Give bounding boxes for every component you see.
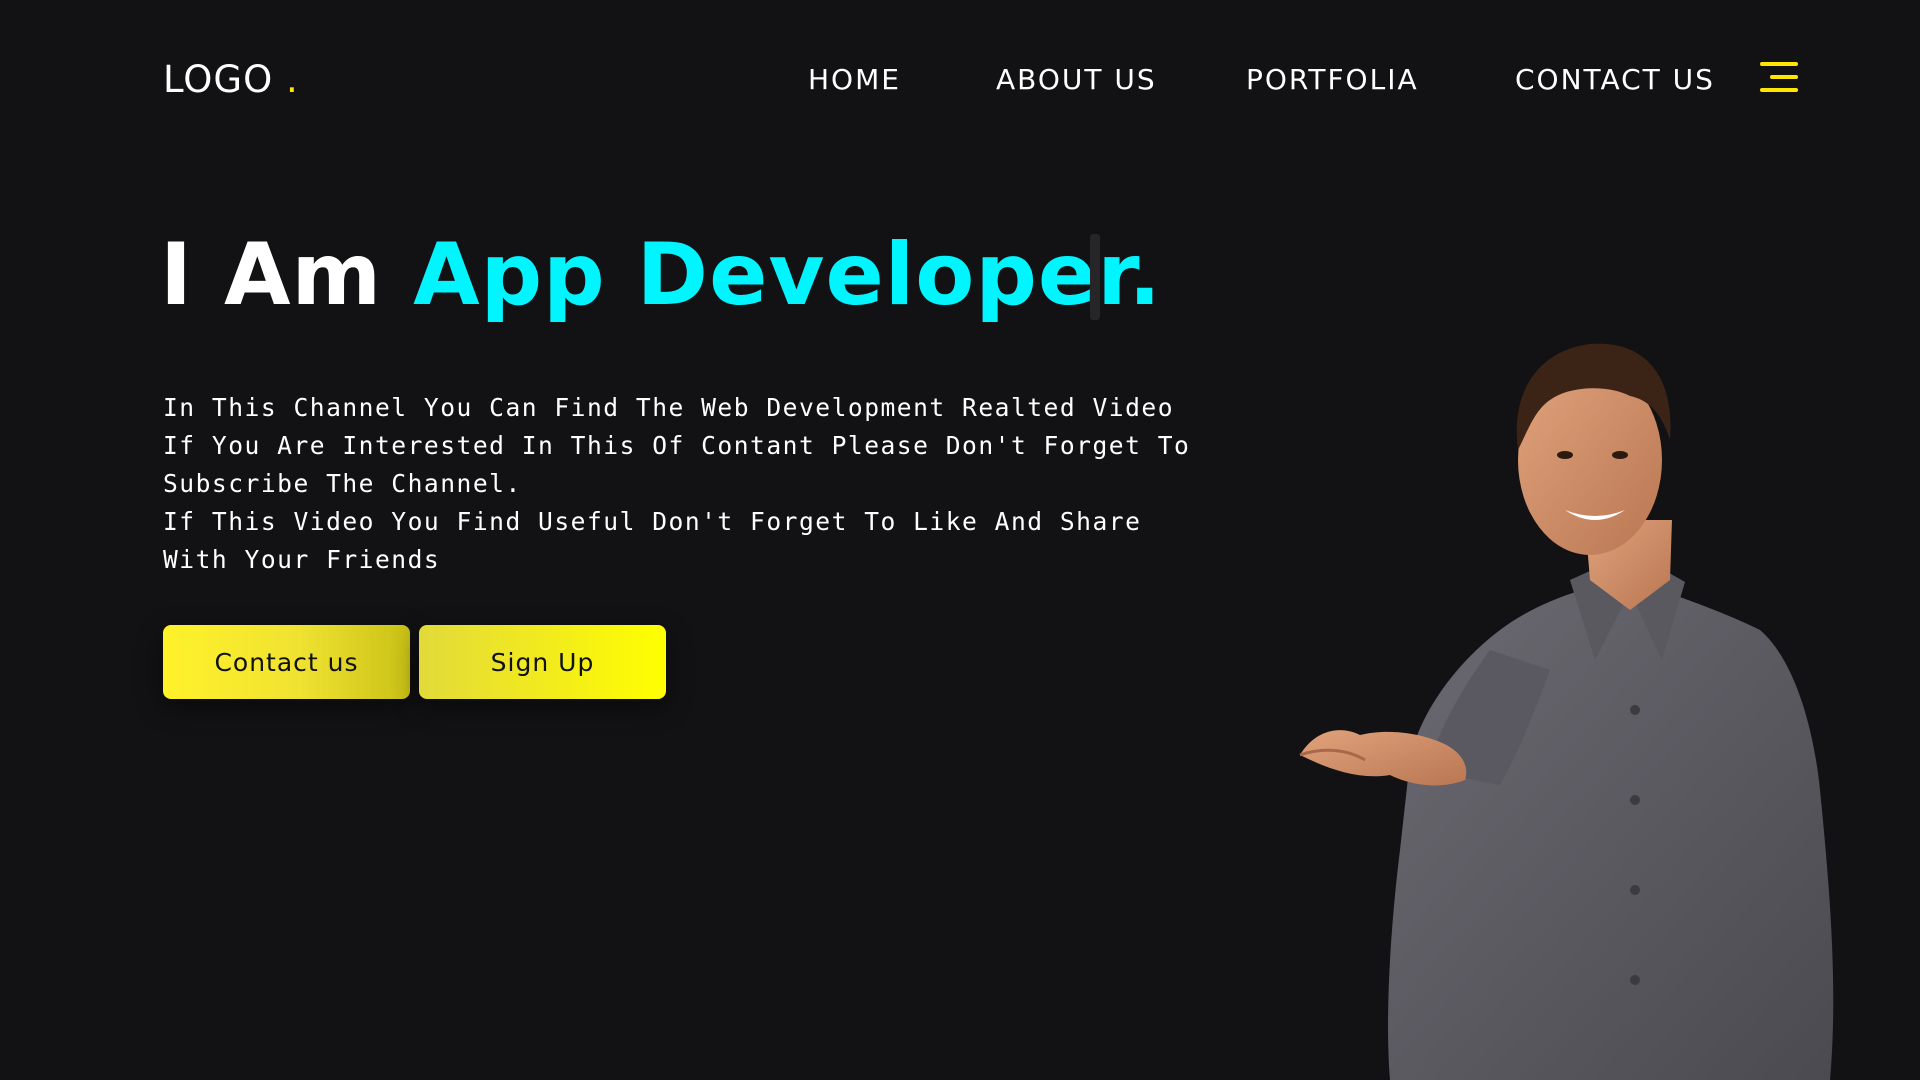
menu-button[interactable]	[1760, 60, 1800, 94]
logo-dot: .	[285, 58, 299, 101]
contact-us-button[interactable]: Contact us	[163, 625, 410, 699]
hero-description: In This Channel You Can Find The Web Dev…	[163, 389, 1203, 579]
nav-link-home[interactable]: HOME	[808, 60, 901, 100]
logo[interactable]: LOGO .	[163, 55, 299, 105]
hero-title-accent: App Developer.	[413, 225, 1163, 325]
logo-text: LOGO	[163, 58, 274, 101]
page: LOGO . HOME ABOUT US PORTFOLIA CONTACT U…	[0, 0, 1920, 1080]
hero-title: I Am App Developer.	[160, 220, 1162, 330]
sign-up-button[interactable]: Sign Up	[419, 625, 666, 699]
hamburger-icon	[1760, 62, 1798, 92]
hero-description-line: If This Video You Find Useful Don't Forg…	[163, 507, 1142, 574]
hero-description-line: In This Channel You Can Find The Web Dev…	[163, 393, 1191, 498]
nav-link-contact-us[interactable]: CONTACT US	[1515, 60, 1715, 100]
nav-link-portfolia[interactable]: PORTFOLIA	[1246, 60, 1419, 100]
hero-title-prefix: I Am	[160, 225, 383, 325]
typing-cursor	[1090, 234, 1100, 320]
developer-portrait-image	[1299, 343, 1834, 1080]
nav-link-about-us[interactable]: ABOUT US	[996, 60, 1157, 100]
